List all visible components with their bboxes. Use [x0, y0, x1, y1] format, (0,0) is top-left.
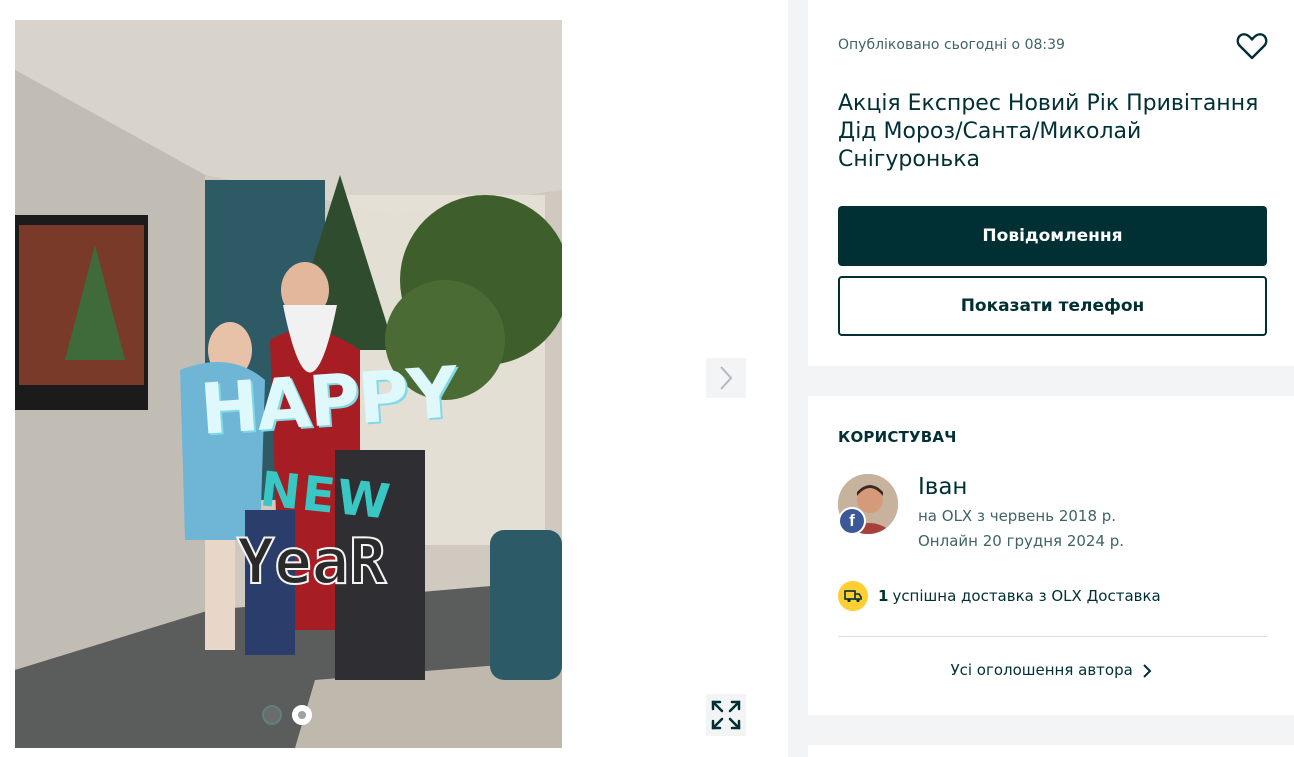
gallery-dot-active[interactable] — [292, 705, 312, 725]
facebook-icon: f — [838, 507, 866, 535]
user-section-title: КОРИСТУВАЧ — [838, 428, 957, 446]
divider — [838, 636, 1267, 637]
chevron-right-icon — [720, 366, 733, 390]
delivery-count: 1 — [878, 587, 889, 605]
user-last-online: Онлайн 20 грудня 2024 р. — [918, 532, 1125, 550]
delivery-text: 1 успішна доставка з OLX Доставка — [878, 587, 1161, 605]
message-button[interactable]: Повідомлення — [838, 206, 1267, 266]
listing-title: Акція Експрес Новий Рік Привітання Дід М… — [838, 91, 1259, 172]
listing-photo[interactable]: HAPPY NEW YeaR — [15, 20, 562, 748]
gallery-dot[interactable] — [262, 705, 282, 725]
show-phone-button[interactable]: Показати телефон — [838, 276, 1267, 336]
delivery-stats: 1 успішна доставка з OLX Доставка — [838, 581, 1161, 611]
published-date: Опубліковано сьогодні о 08:39 — [838, 37, 1065, 53]
truck-icon — [838, 581, 868, 611]
next-card — [808, 745, 1294, 757]
fullscreen-button[interactable] — [706, 694, 746, 736]
image-gallery: HAPPY NEW YeaR — [0, 0, 788, 757]
user-card: КОРИСТУВАЧ f Іван на OLX з червень 2018 … — [808, 396, 1294, 715]
all-author-ads-link[interactable]: Усі оголошення автора — [808, 661, 1294, 679]
all-author-ads-label: Усі оголошення автора — [950, 661, 1133, 679]
favorite-button[interactable] — [1236, 31, 1268, 61]
next-image-button[interactable] — [706, 358, 746, 398]
heart-icon — [1236, 33, 1268, 60]
user-name[interactable]: Іван — [918, 474, 967, 500]
listing-summary-card: Опубліковано сьогодні о 08:39 Акція Експ… — [808, 0, 1294, 366]
gallery-pagination — [262, 705, 312, 725]
overlay-year-text: YeaR — [236, 524, 387, 599]
user-member-since: на OLX з червень 2018 р. — [918, 507, 1117, 525]
chevron-right-icon — [1142, 663, 1151, 678]
delivery-label: успішна доставка з OLX Доставка — [892, 587, 1161, 605]
expand-icon — [711, 700, 741, 730]
